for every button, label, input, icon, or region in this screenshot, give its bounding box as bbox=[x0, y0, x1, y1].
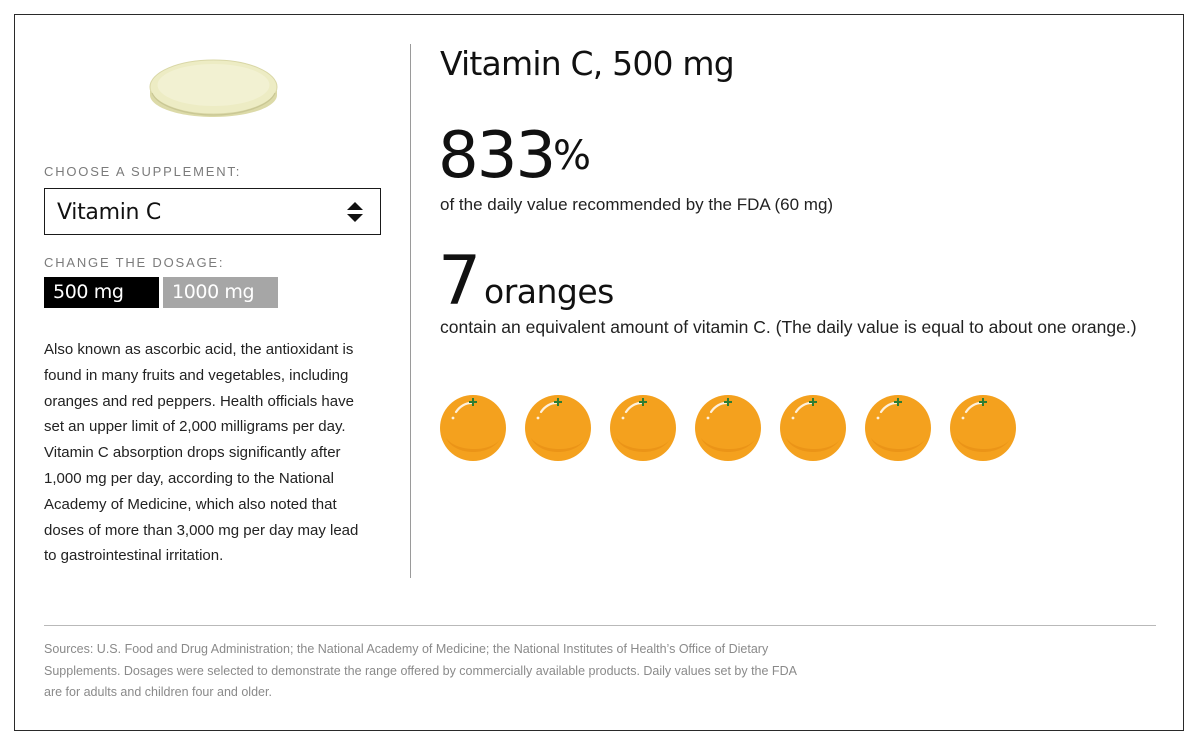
supplement-label: CHOOSE A SUPPLEMENT: bbox=[44, 164, 242, 179]
footer-divider bbox=[44, 625, 1156, 626]
pill-icon bbox=[149, 59, 278, 117]
orange-icon bbox=[865, 395, 931, 461]
supplement-description: Also known as ascorbic acid, the antioxi… bbox=[44, 341, 359, 565]
sources-note: Sources: U.S. Food and Drug Administrati… bbox=[44, 642, 797, 699]
orange-icon bbox=[780, 395, 846, 461]
result-title: Vitamin C, 500 mg bbox=[440, 44, 735, 83]
percent-caption: of the daily value recommended by the FD… bbox=[440, 195, 834, 214]
orange-icon bbox=[610, 395, 676, 461]
equivalent-count: 7 bbox=[438, 242, 482, 321]
supplement-select[interactable]: Vitamin C bbox=[44, 188, 381, 235]
updown-arrow-icon bbox=[347, 202, 363, 222]
equivalent-unit: oranges bbox=[484, 272, 614, 311]
orange-icon bbox=[525, 395, 591, 461]
dose-1000-button[interactable]: 1000 mg bbox=[163, 277, 278, 308]
orange-icon bbox=[695, 395, 761, 461]
column-divider bbox=[410, 44, 411, 578]
dosage-label: CHANGE THE DOSAGE: bbox=[44, 255, 225, 270]
supplement-select-value: Vitamin C bbox=[57, 200, 161, 225]
orange-icon bbox=[440, 395, 506, 461]
percent-sign: % bbox=[553, 133, 592, 179]
dose-500-button[interactable]: 500 mg bbox=[44, 277, 159, 308]
equivalent-caption: contain an equivalent amount of vitamin … bbox=[440, 317, 1137, 337]
orange-icon bbox=[950, 395, 1016, 461]
percent-value: 833 bbox=[438, 119, 556, 193]
